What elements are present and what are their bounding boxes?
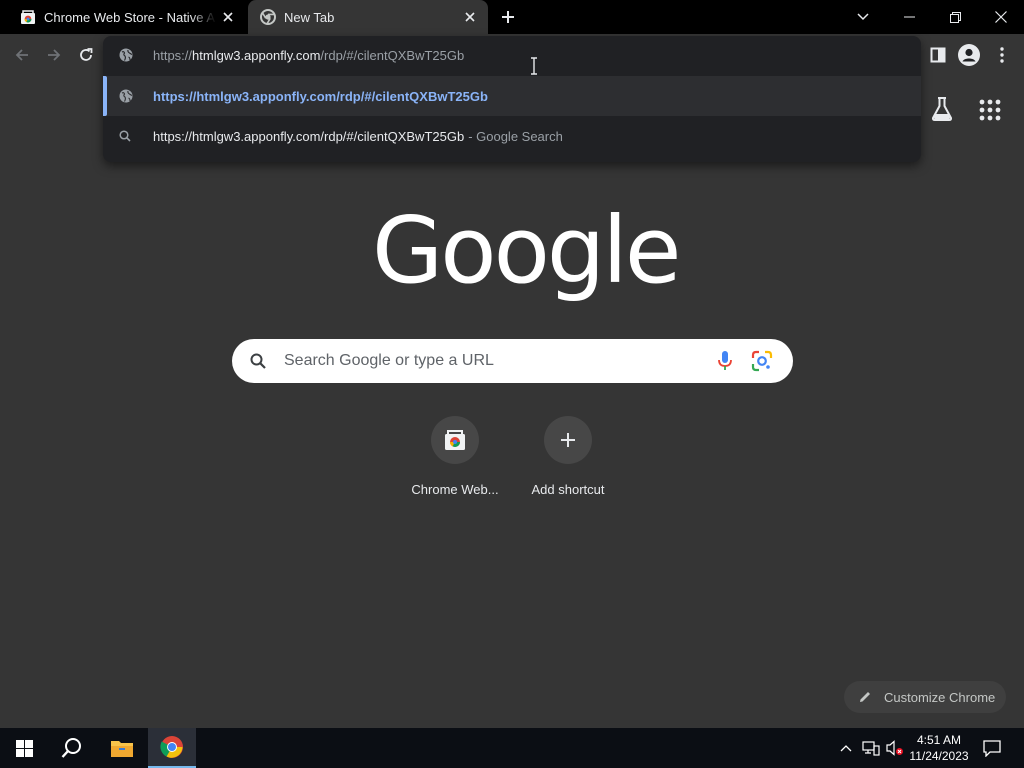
globe-icon bbox=[119, 89, 135, 103]
google-lens-icon[interactable] bbox=[751, 350, 773, 372]
shortcut-chrome-web-store[interactable]: Chrome Web... bbox=[399, 416, 511, 497]
notification-icon bbox=[983, 739, 1001, 757]
shortcut-tile bbox=[431, 416, 479, 464]
tab-strip: Chrome Web Store - Native American New T… bbox=[0, 0, 1024, 34]
notifications-button[interactable] bbox=[972, 728, 1012, 768]
close-window-button[interactable] bbox=[978, 0, 1024, 34]
tab-search-button[interactable] bbox=[840, 0, 886, 34]
chevron-down-icon bbox=[857, 13, 869, 21]
side-panel-button[interactable] bbox=[924, 41, 952, 69]
search-icon bbox=[250, 353, 270, 369]
more-vert-icon bbox=[1000, 47, 1004, 63]
add-shortcut-button[interactable]: Add shortcut bbox=[512, 416, 624, 497]
clock-time: 4:51 AM bbox=[916, 733, 962, 747]
shortcut-label: Chrome Web... bbox=[411, 482, 499, 497]
reload-button[interactable] bbox=[72, 41, 100, 69]
avatar-icon bbox=[958, 44, 980, 66]
restore-icon bbox=[949, 11, 961, 23]
minimize-icon bbox=[903, 16, 915, 18]
url-path: /rdp/#/cilentQXBwT25Gb bbox=[320, 47, 465, 63]
close-icon bbox=[995, 11, 1007, 23]
chrome-icon bbox=[260, 9, 276, 25]
google-logo: Google bbox=[372, 197, 681, 304]
chrome-taskbar-button[interactable] bbox=[148, 728, 196, 768]
volume-button[interactable] bbox=[884, 728, 906, 768]
chrome-web-store-icon bbox=[445, 430, 465, 450]
back-arrow-icon bbox=[15, 49, 28, 61]
shortcut-label: Add shortcut bbox=[531, 482, 605, 497]
close-tab-icon[interactable] bbox=[458, 5, 482, 29]
omnibox-suggestion[interactable]: https://htmlgw3.apponfly.com/rdp/#/cilen… bbox=[103, 116, 921, 156]
pencil-icon bbox=[858, 690, 874, 704]
show-hidden-icons-button[interactable] bbox=[836, 728, 856, 768]
tab-title: New Tab bbox=[284, 9, 335, 25]
chevron-up-icon bbox=[840, 745, 852, 752]
taskbar-clock[interactable]: 4:51 AM 11/24/2023 bbox=[904, 732, 974, 764]
back-button[interactable] bbox=[8, 41, 36, 69]
clock-date: 11/24/2023 bbox=[909, 749, 969, 763]
search-icon bbox=[61, 738, 81, 758]
search-icon bbox=[119, 130, 135, 142]
reload-icon bbox=[80, 48, 93, 61]
chrome-web-store-icon bbox=[20, 9, 36, 25]
tab-new-tab[interactable]: New Tab bbox=[248, 0, 488, 34]
forward-button[interactable] bbox=[40, 41, 68, 69]
selection-indicator bbox=[103, 76, 107, 116]
network-button[interactable] bbox=[860, 728, 882, 768]
forward-arrow-icon bbox=[48, 49, 61, 61]
suggestion-text: https://htmlgw3.apponfly.com/rdp/#/cilen… bbox=[153, 88, 488, 104]
text-cursor-icon bbox=[531, 57, 537, 75]
address-text: https://htmlgw3.apponfly.com/rdp/#/cilen… bbox=[153, 48, 464, 63]
suggestion-subtext: - Google Search bbox=[468, 128, 563, 144]
customize-chrome-button[interactable]: Customize Chrome bbox=[844, 681, 1006, 713]
tab-chrome-web-store[interactable]: Chrome Web Store - Native American bbox=[8, 0, 246, 34]
omnibox-suggestion[interactable]: https://htmlgw3.apponfly.com/rdp/#/cilen… bbox=[103, 76, 921, 116]
url-scheme: https:// bbox=[153, 47, 193, 63]
new-tab-button[interactable] bbox=[496, 5, 520, 29]
chrome-icon bbox=[160, 736, 183, 758]
customize-label: Customize Chrome bbox=[884, 689, 996, 705]
windows-logo-icon bbox=[15, 739, 33, 757]
restore-button[interactable] bbox=[932, 0, 978, 34]
side-panel-icon bbox=[930, 47, 946, 63]
search-placeholder: Search Google or type a URL bbox=[284, 352, 494, 369]
menu-button[interactable] bbox=[988, 41, 1016, 69]
network-icon bbox=[862, 741, 880, 756]
volume-muted-icon bbox=[886, 740, 903, 756]
close-tab-icon[interactable] bbox=[216, 5, 240, 29]
shortcut-tile bbox=[544, 416, 592, 464]
profile-button[interactable] bbox=[955, 41, 983, 69]
start-button[interactable] bbox=[0, 728, 48, 768]
plus-icon bbox=[561, 433, 575, 447]
address-bar[interactable]: https://htmlgw3.apponfly.com/rdp/#/cilen… bbox=[103, 36, 921, 74]
voice-search-icon[interactable] bbox=[715, 350, 735, 372]
google-apps-icon[interactable] bbox=[978, 98, 1002, 122]
taskbar-search-button[interactable] bbox=[48, 728, 96, 768]
file-explorer-button[interactable] bbox=[98, 728, 146, 768]
plus-icon bbox=[502, 11, 514, 23]
minimize-button[interactable] bbox=[886, 0, 932, 34]
folder-icon bbox=[111, 741, 133, 757]
tab-title: Chrome Web Store - Native American bbox=[44, 9, 216, 25]
globe-icon bbox=[119, 48, 135, 62]
url-host: htmlgw3.apponfly.com bbox=[192, 47, 321, 63]
windows-taskbar bbox=[0, 728, 1024, 768]
suggestion-text: https://htmlgw3.apponfly.com/rdp/#/cilen… bbox=[153, 128, 465, 144]
ntp-search-box[interactable]: Search Google or type a URL bbox=[232, 339, 793, 383]
omnibox-popup: https://htmlgw3.apponfly.com/rdp/#/cilen… bbox=[103, 36, 921, 162]
chrome-labs-icon[interactable] bbox=[930, 96, 954, 122]
